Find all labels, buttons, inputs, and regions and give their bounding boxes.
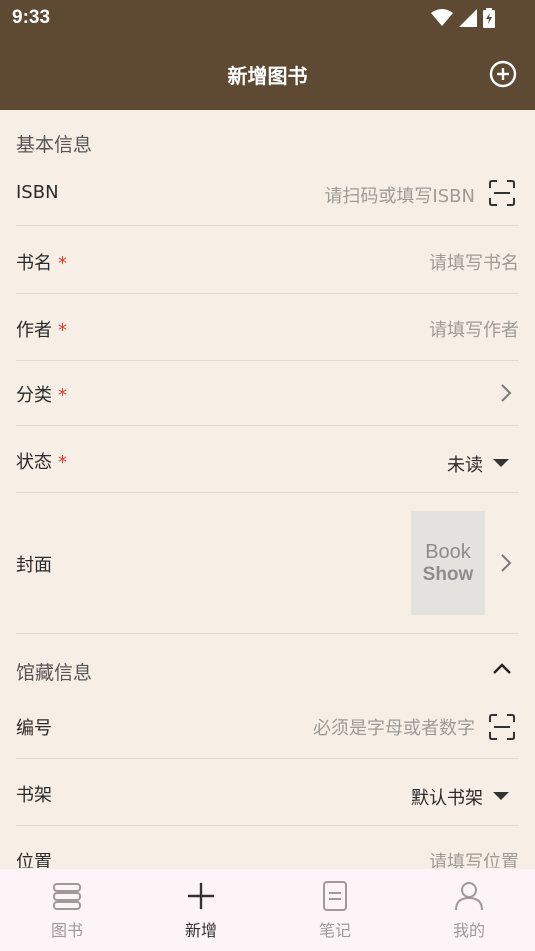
form-content[interactable]: 基本信息 ISBN 请扫码或填写ISBN 书名 * 请填写书名 作者 * 请填写作者…: [0, 110, 535, 868]
number-row[interactable]: 编号 必须是字母或者数字: [16, 694, 519, 759]
tab-notes[interactable]: 笔记: [268, 869, 402, 951]
person-icon: [455, 882, 483, 911]
required-mark: *: [58, 253, 67, 274]
tab-mine-label: 我的: [452, 921, 485, 940]
title-row[interactable]: 书名 * 请填写书名: [16, 227, 519, 294]
cover-image[interactable]: Book Show: [411, 511, 485, 615]
shelf-select[interactable]: 默认书架: [411, 784, 483, 810]
status-label: 状态 *: [16, 452, 67, 473]
author-input[interactable]: 请填写作者: [429, 316, 519, 342]
isbn-label: ISBN: [16, 182, 59, 203]
tab-add-label: 新增: [184, 921, 217, 940]
tab-notes-label: 笔记: [318, 921, 351, 940]
shelf-row[interactable]: 书架 默认书架: [16, 759, 519, 826]
dropdown-arrow-icon[interactable]: [493, 791, 509, 801]
dropdown-arrow-icon[interactable]: [493, 458, 509, 468]
location-row[interactable]: 位置 请填写位置: [16, 826, 519, 868]
number-input[interactable]: 必须是字母或者数字: [313, 714, 475, 740]
status-bar: 9:33: [0, 0, 535, 36]
title-label: 书名 *: [16, 253, 67, 274]
tab-books[interactable]: 图书: [0, 869, 134, 951]
cover-row[interactable]: 封面 Book Show: [16, 493, 519, 634]
plus-icon: [188, 883, 214, 909]
books-icon: [53, 883, 81, 910]
cover-text-book: Book: [425, 541, 471, 563]
section-basic-title: 基本信息: [16, 134, 93, 156]
category-label: 分类 *: [16, 385, 67, 406]
author-label: 作者 *: [16, 320, 67, 341]
tab-books-label: 图书: [50, 921, 83, 940]
cover-text-show: Show: [422, 564, 474, 585]
bottom-tab-bar: 图书 新增 笔记 我的: [0, 868, 535, 951]
signal-icon: [459, 9, 477, 27]
chevron-up-icon[interactable]: [493, 663, 511, 675]
required-mark: *: [58, 320, 67, 341]
number-label: 编号: [16, 718, 52, 739]
tab-mine[interactable]: 我的: [402, 869, 535, 951]
shelf-label: 书架: [16, 785, 52, 806]
status-row[interactable]: 状态 * 未读: [16, 426, 519, 493]
location-input[interactable]: 请填写位置: [429, 848, 519, 868]
isbn-row[interactable]: ISBN 请扫码或填写ISBN: [16, 166, 519, 226]
status-icons: [431, 8, 495, 28]
section-collection-title: 馆藏信息: [16, 662, 93, 684]
chevron-right-icon[interactable]: [499, 553, 513, 573]
author-row[interactable]: 作者 * 请填写作者: [16, 294, 519, 361]
isbn-input[interactable]: 请扫码或填写ISBN: [324, 182, 475, 208]
app-bar: 新增图书: [0, 36, 535, 110]
tab-add[interactable]: 新增: [134, 869, 268, 951]
required-mark: *: [58, 385, 67, 406]
status-select[interactable]: 未读: [447, 451, 483, 477]
scan-icon[interactable]: [489, 714, 515, 740]
battery-icon: [483, 8, 495, 28]
add-circle-icon[interactable]: [489, 60, 517, 88]
category-row[interactable]: 分类 *: [16, 361, 519, 426]
required-mark: *: [58, 452, 67, 473]
status-time: 9:33: [12, 7, 51, 28]
note-icon: [323, 881, 347, 911]
scan-icon[interactable]: [489, 180, 515, 206]
cover-label: 封面: [16, 555, 52, 576]
location-label: 位置: [16, 852, 52, 868]
page-title: 新增图书: [227, 64, 308, 88]
chevron-right-icon[interactable]: [499, 383, 513, 403]
wifi-icon: [431, 9, 453, 26]
title-input[interactable]: 请填写书名: [429, 249, 519, 275]
